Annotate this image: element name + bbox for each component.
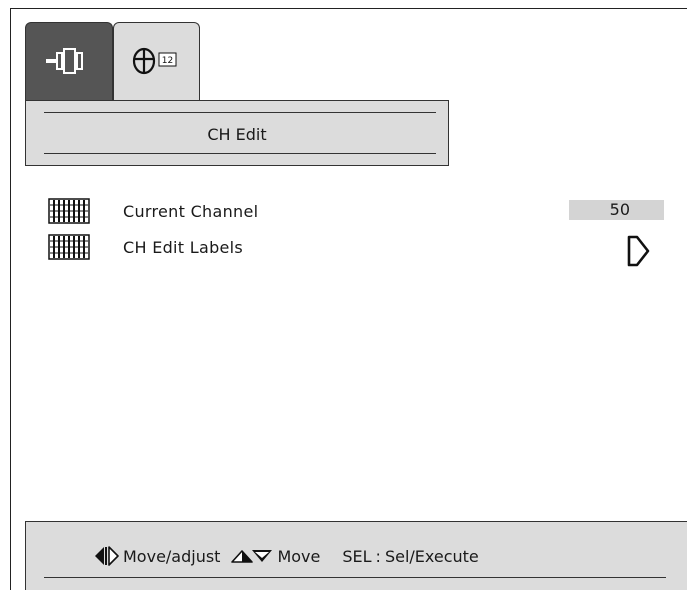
- divider: [44, 577, 666, 578]
- title-panel: CH Edit: [25, 100, 449, 166]
- grid-icon: [48, 234, 90, 260]
- sel-execute-label: Sel/Execute: [384, 546, 479, 566]
- divider: [44, 112, 436, 113]
- chevron-right-icon[interactable]: [625, 234, 651, 268]
- menu-item-label: Current Channel: [123, 202, 259, 221]
- menu-item-current-channel[interactable]: Current Channel 50: [48, 198, 668, 224]
- menu-item-ch-edit-labels[interactable]: CH Edit Labels: [48, 234, 668, 267]
- tab-connection[interactable]: [25, 22, 113, 100]
- sel-key-label: SEL: [342, 546, 372, 566]
- separator: :: [375, 546, 381, 566]
- left-right-arrows-icon: [95, 546, 119, 566]
- move-adjust-label: Move/adjust: [123, 546, 221, 566]
- connector-icon: [46, 48, 83, 74]
- globe-icon: 12: [132, 47, 177, 75]
- tab-channel[interactable]: 12: [113, 22, 200, 100]
- current-channel-value[interactable]: 50: [569, 200, 664, 220]
- grid-icon: [48, 198, 90, 224]
- tab-badge: 12: [162, 56, 173, 66]
- help-bar: Move/adjust Move SEL : Sel/Execute: [25, 521, 687, 590]
- divider: [44, 153, 436, 154]
- up-down-arrows-icon: [231, 550, 273, 563]
- move-label: Move: [277, 546, 321, 566]
- menu-item-label: CH Edit Labels: [123, 238, 244, 257]
- page-title: CH Edit: [207, 125, 267, 144]
- key-guide: Move/adjust Move SEL : Sel/Execute: [93, 545, 479, 567]
